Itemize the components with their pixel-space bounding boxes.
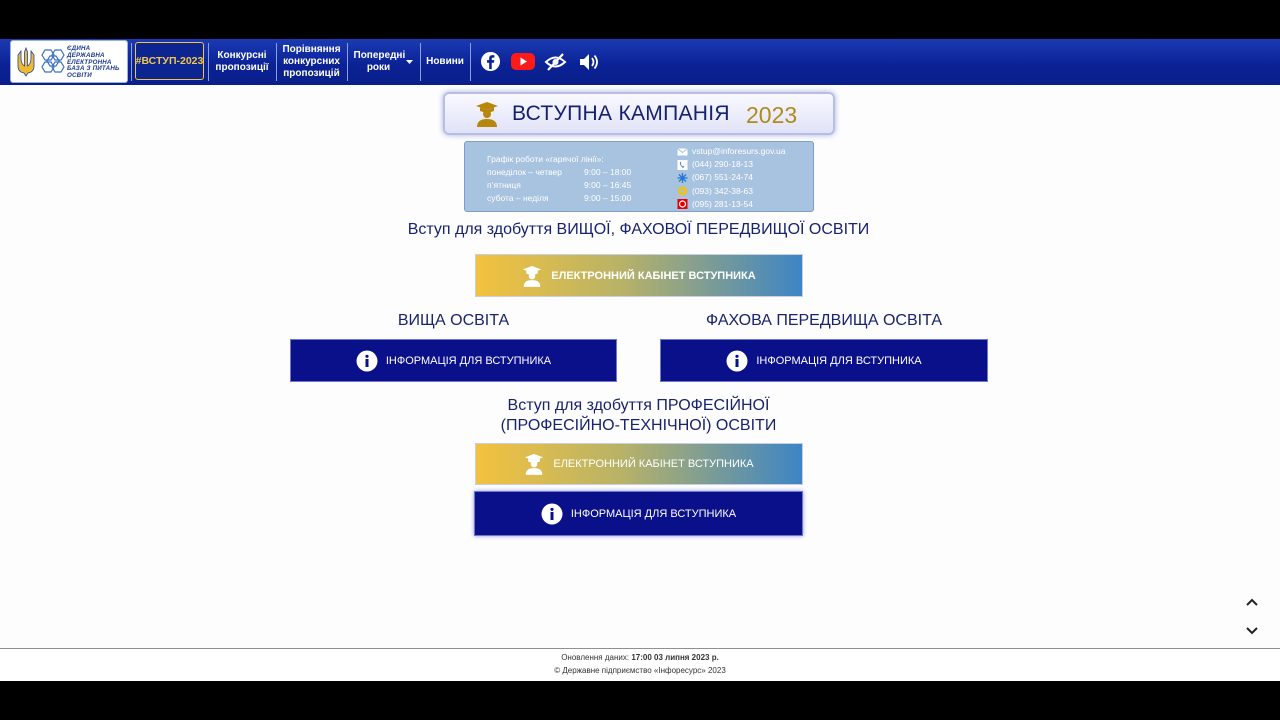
- update-value: 17:00 03 липня 2023 р.: [631, 653, 719, 662]
- hotline-panel: Графік роботи «гарячої лінії»: понеділок…: [464, 141, 814, 212]
- contact-text: (095) 281-13-54: [692, 198, 753, 209]
- heading-line: Вступ для здобуття ПРОФЕСІЙНОЇ: [507, 397, 770, 414]
- schedule-time: 9:00 – 16:45: [584, 180, 632, 190]
- contact-phone[interactable]: (044) 290-18-13: [677, 158, 786, 171]
- campaign-year: 2023: [746, 102, 798, 128]
- caret-down-icon: [405, 59, 413, 64]
- hotline-schedule: Графік роботи «гарячої лінії»: понеділок…: [487, 153, 631, 205]
- vocational-info-button[interactable]: ІНФОРМАЦІЯ ДЛЯ ВСТУПНИКА: [474, 491, 803, 536]
- update-label: Оновлення даних:: [561, 653, 630, 662]
- schedule-days: субота – неділя: [487, 193, 549, 203]
- applicant-cabinet-button[interactable]: ЕЛЕКТРОННИЙ КАБІНЕТ ВСТУПНИКА: [475, 254, 803, 297]
- schedule-time: 9:00 – 18:00: [584, 167, 632, 177]
- nav-item-label: Новини: [426, 56, 464, 67]
- nav-item-label: Конкурсні пропозиції: [215, 50, 269, 73]
- button-label: ІНФОРМАЦІЯ ДЛЯ ВСТУПНИКА: [385, 354, 552, 367]
- higher-education-subheading: ВИЩА ОСВІТА: [397, 312, 510, 329]
- hotline-contacts: vstup@inforesurs.gov.ua (044) 290-18-13 …: [677, 145, 786, 211]
- graduate-icon: [523, 265, 542, 287]
- page: ЄДИНА ДЕРЖАВНА ЕЛЕКТРОННА БАЗА З ПИТАНЬ …: [0, 39, 1280, 681]
- logo-line: ОСВІТИ: [67, 72, 92, 80]
- sound-icon[interactable]: [578, 52, 600, 72]
- prehigher-education-info-button[interactable]: ІНФОРМАЦІЯ ДЛЯ ВСТУПНИКА: [660, 339, 988, 382]
- schedule-row: субота – неділя 9:00 – 15:00: [487, 192, 631, 205]
- nav-previous-years[interactable]: Попередні роки: [350, 39, 416, 85]
- button-label: ІНФОРМАЦІЯ ДЛЯ ВСТУПНИКА: [570, 507, 737, 520]
- contact-kyivstar[interactable]: (067) 551-24-74: [677, 171, 786, 184]
- hotline-title: Графік роботи «гарячої лінії»:: [487, 154, 604, 164]
- edebo-logo[interactable]: ЄДИНА ДЕРЖАВНА ЕЛЕКТРОННА БАЗА З ПИТАНЬ …: [10, 40, 128, 83]
- higher-education-info-button[interactable]: ІНФОРМАЦІЯ ДЛЯ ВСТУПНИКА: [290, 339, 617, 382]
- vocational-cabinet-button[interactable]: ЕЛЕКТРОННИЙ КАБІНЕТ ВСТУПНИКА: [475, 443, 803, 485]
- info-icon: [356, 350, 378, 371]
- schedule-time: 9:00 – 15:00: [584, 193, 632, 203]
- nav-item-label: Попередні роки: [353, 50, 406, 73]
- info-icon: [541, 503, 563, 524]
- contact-text: (067) 551-24-74: [692, 172, 753, 183]
- footer-copyright: © Державне підприємство «Інфоресурс» 202…: [554, 666, 726, 675]
- info-icon: [726, 350, 748, 371]
- nav-competitive-offers[interactable]: Конкурсні пропозиції: [212, 39, 272, 85]
- nav-item-label: Порівняння конкурсних пропозицій: [282, 44, 341, 79]
- nav-compare-offers[interactable]: Порівняння конкурсних пропозицій: [279, 39, 344, 85]
- nav-separator: [347, 43, 348, 81]
- campaign-title: ВСТУПНА КАМПАНІЯ: [512, 102, 730, 125]
- scroll-down-icon[interactable]: [1243, 621, 1261, 639]
- professional-prehigher-subheading: ФАХОВА ПЕРЕДВИЩА ОСВІТА: [706, 312, 942, 329]
- nav-separator: [420, 43, 421, 81]
- footer: Оновлення даних: 17:00 03 липня 2023 р. …: [0, 648, 1280, 681]
- contact-lifecell[interactable]: (093) 342-38-63: [677, 185, 786, 198]
- accessibility-icon[interactable]: [544, 51, 567, 73]
- nav-separator: [470, 43, 471, 81]
- contact-vodafone[interactable]: (095) 281-13-54: [677, 198, 786, 211]
- lifecell-icon: [678, 186, 687, 196]
- schedule-days: п’ятниця: [487, 180, 521, 190]
- graduate-icon: [525, 454, 544, 475]
- schedule-days: понеділок – четвер: [487, 167, 563, 177]
- nav-separator: [276, 43, 277, 81]
- scroll-up-icon[interactable]: [1243, 594, 1261, 612]
- contact-text: vstup@inforesurs.gov.ua: [692, 146, 786, 156]
- nav-separator: [208, 43, 209, 81]
- graduate-icon: [476, 102, 498, 127]
- navbar: ЄДИНА ДЕРЖАВНА ЕЛЕКТРОННА БАЗА З ПИТАНЬ …: [0, 39, 1280, 85]
- contact-email[interactable]: vstup@inforesurs.gov.ua: [677, 145, 786, 158]
- nav-separator: [131, 43, 132, 81]
- trident-icon: [17, 46, 35, 77]
- higher-education-heading: Вступ для здобуття ВИЩОЇ, ФАХОВОЇ ПЕРЕДВ…: [407, 221, 870, 238]
- phone-icon: [677, 159, 688, 170]
- heading-line: (ПРОФЕСІЙНО-ТЕХНІЧНОЇ) ОСВІТИ: [500, 417, 777, 434]
- contact-text: (044) 290-18-13: [692, 159, 753, 170]
- logo-text: ЄДИНА ДЕРЖАВНА ЕЛЕКТРОННА БАЗА З ПИТАНЬ …: [67, 45, 120, 80]
- button-label: ЕЛЕКТРОННИЙ КАБІНЕТ ВСТУПНИКА: [553, 458, 754, 470]
- footer-update: Оновлення даних: 17:00 03 липня 2023 р.: [0, 653, 1280, 662]
- nav-news[interactable]: Новини: [423, 39, 467, 85]
- vodafone-icon: [677, 199, 688, 210]
- campaign-banner: ВСТУПНА КАМПАНІЯ 2023: [443, 92, 835, 135]
- button-label: ІНФОРМАЦІЯ ДЛЯ ВСТУПНИКА: [756, 354, 922, 367]
- facebook-icon[interactable]: [480, 51, 501, 72]
- nav-vstup-2023[interactable]: #ВСТУП-2023: [135, 42, 204, 80]
- youtube-icon[interactable]: [511, 53, 535, 71]
- schedule-row: п’ятниця 9:00 – 16:45: [487, 179, 631, 192]
- kyivstar-icon: [677, 173, 688, 183]
- contact-text: (093) 342-38-63: [692, 185, 753, 196]
- mail-icon: [677, 147, 688, 156]
- button-label: ЕЛЕКТРОННИЙ КАБІНЕТ ВСТУПНИКА: [551, 269, 756, 282]
- vocational-education-heading: Вступ для здобуття ПРОФЕСІЙНОЇ (ПРОФЕСІЙ…: [290, 396, 987, 436]
- schedule-row: понеділок – четвер 9:00 – 18:00: [487, 166, 631, 179]
